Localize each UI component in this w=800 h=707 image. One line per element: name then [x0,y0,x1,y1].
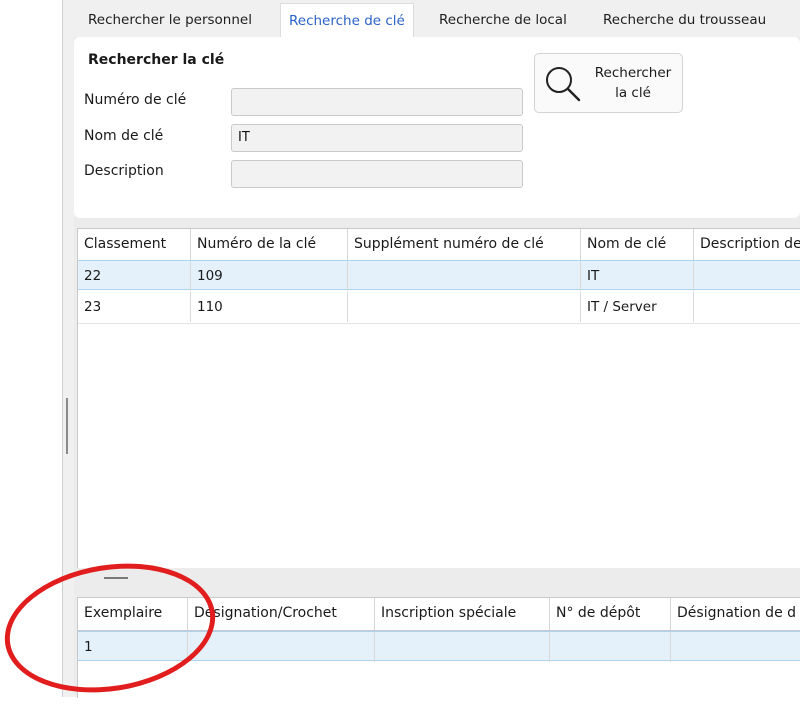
copies-table: Exemplaire Désignation/Crochet Inscripti… [77,597,800,698]
table-cell: 22 [78,261,191,291]
description-label: Description [84,163,164,179]
table-row[interactable]: 22 109 IT [78,260,800,291]
copies-col-inscription[interactable]: Inscription spéciale [375,598,550,630]
tab-rechercher-personnel[interactable]: Rechercher le personnel [80,4,260,36]
copies-col-depot[interactable]: N° de dépôt [550,598,671,630]
tab-recherche-trousseau[interactable]: Recherche du trousseau [595,4,774,36]
table-cell: 23 [78,292,191,322]
copies-col-designation[interactable]: Désignation/Crochet [188,598,375,630]
description-field[interactable] [231,160,523,188]
table-cell [188,632,375,662]
keys-col-classement[interactable]: Classement [78,229,191,261]
search-icon [546,67,581,102]
left-margin [0,0,62,697]
keys-table: Classement Numéro de la clé Supplément n… [77,228,800,570]
table-row[interactable]: 1 [78,631,800,662]
keys-col-nom[interactable]: Nom de clé [581,229,694,261]
key-name-field[interactable]: IT [231,124,523,152]
tab-recherche-local[interactable]: Recherche de local [431,4,575,36]
row-divider [78,323,800,324]
search-key-button[interactable]: Rechercher la clé [534,53,683,113]
table-cell: IT [581,261,694,291]
table-cell [671,632,800,662]
copies-col-designation-de[interactable]: Désignation de d [671,598,800,630]
key-name-label: Nom de clé [84,128,164,144]
table-cell [694,292,800,322]
table-cell: IT / Server [581,292,694,322]
search-panel-title: Rechercher la clé [88,52,225,68]
keys-col-numero[interactable]: Numéro de la clé [191,229,348,261]
key-number-field[interactable] [231,88,523,116]
table-cell [694,261,800,291]
table-cell: 1 [78,632,188,662]
table-cell [348,292,581,322]
vertical-splitter-grip[interactable] [66,398,68,454]
table-cell [375,632,550,662]
table-row[interactable]: 23 110 IT / Server [78,292,800,322]
table-cell: 109 [191,261,348,291]
table-cell [550,632,671,662]
table-cell [348,261,581,291]
tab-recherche-cle[interactable]: Recherche de clé [280,3,414,38]
horizontal-splitter[interactable] [74,568,800,597]
key-number-label: Numéro de clé [84,92,187,108]
copies-col-exemplaire[interactable]: Exemplaire [78,598,188,630]
table-cell: 110 [191,292,348,322]
keys-col-description[interactable]: Description de [694,229,800,261]
keys-col-supplement[interactable]: Supplément numéro de clé [348,229,581,261]
horizontal-splitter-grip[interactable] [104,577,128,579]
search-key-button-label: Rechercher la clé [594,65,672,101]
